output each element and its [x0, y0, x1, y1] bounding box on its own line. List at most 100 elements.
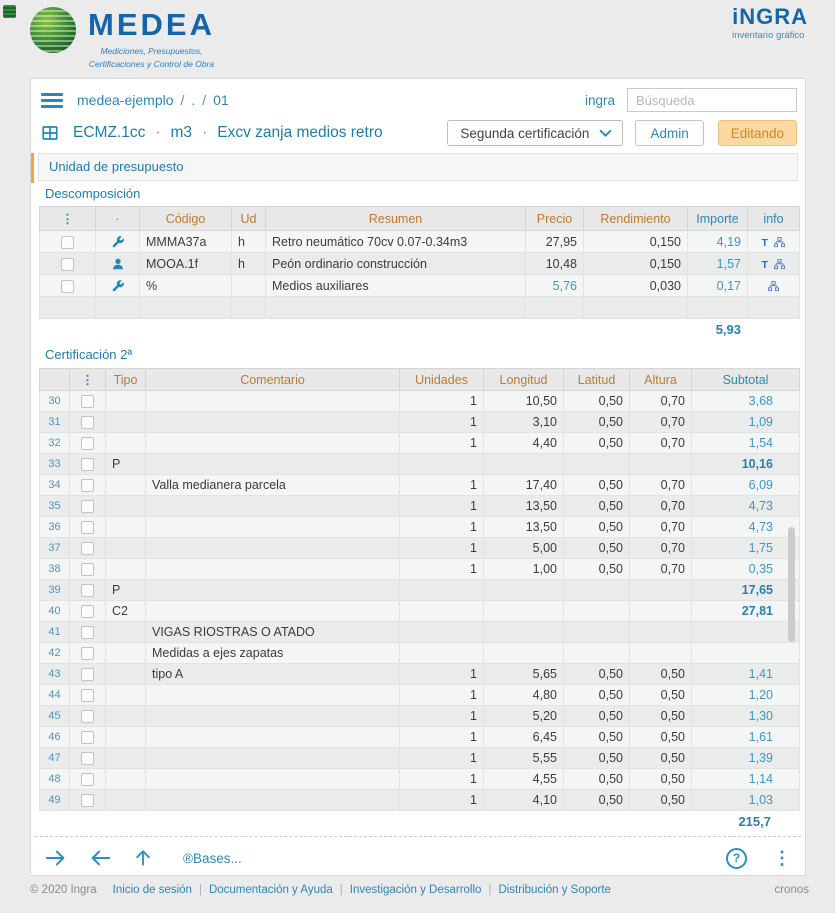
cell-subtotal[interactable]: 0,35	[692, 559, 800, 580]
cell-unidades[interactable]	[400, 643, 484, 664]
cell-altura[interactable]: 0,70	[630, 559, 692, 580]
cell-altura[interactable]: 0,70	[630, 433, 692, 454]
breadcrumb-chapter[interactable]: 01	[213, 92, 229, 108]
row-checkbox[interactable]	[81, 773, 94, 786]
section-descomposicion[interactable]: Descomposición	[45, 186, 140, 201]
cell-comentario[interactable]	[146, 601, 400, 622]
menu-icon[interactable]	[41, 93, 63, 108]
cell-longitud[interactable]: 5,65	[484, 664, 564, 685]
cell-latitud[interactable]: 0,50	[564, 769, 630, 790]
cell-longitud[interactable]: 4,10	[484, 790, 564, 811]
descomposicion-row[interactable]: MOOA.1f h Peón ordinario construcción 10…	[40, 253, 800, 275]
arrow-up-icon[interactable]	[133, 848, 153, 868]
cell-latitud[interactable]: 0,50	[564, 748, 630, 769]
cell-ud[interactable]: h	[232, 231, 266, 253]
cell-tipo[interactable]	[106, 706, 146, 727]
cell-unidades[interactable]	[400, 622, 484, 643]
cell-tipo[interactable]: C2	[106, 601, 146, 622]
cell-tipo[interactable]	[106, 475, 146, 496]
cell-unidades[interactable]: 1	[400, 559, 484, 580]
measurement-row[interactable]: 38 1 1,00 0,50 0,70 0,35	[40, 559, 800, 580]
cell-latitud[interactable]: 0,50	[564, 412, 630, 433]
more-options-icon[interactable]: ⋮	[773, 849, 791, 867]
row-checkbox[interactable]	[81, 416, 94, 429]
cell-unidades[interactable]	[400, 601, 484, 622]
cell-subtotal[interactable]: 1,75	[692, 538, 800, 559]
cell-longitud[interactable]: 5,00	[484, 538, 564, 559]
user-link[interactable]: ingra	[585, 93, 615, 108]
cell-precio[interactable]: 10,48	[526, 253, 584, 275]
certification-select[interactable]: Segunda certificación	[447, 120, 623, 146]
cell-longitud[interactable]: 4,40	[484, 433, 564, 454]
cell-latitud[interactable]: 0,50	[564, 727, 630, 748]
cell-comentario[interactable]	[146, 790, 400, 811]
cell-resumen[interactable]: Peón ordinario construcción	[266, 253, 526, 275]
cell-subtotal[interactable]: 1,03	[692, 790, 800, 811]
cell-subtotal[interactable]: 6,09	[692, 475, 800, 496]
row-checkbox[interactable]	[81, 605, 94, 618]
cell-tipo[interactable]	[106, 496, 146, 517]
cell-latitud[interactable]	[564, 580, 630, 601]
cell-comentario[interactable]	[146, 727, 400, 748]
measurement-row[interactable]: 41 VIGAS RIOSTRAS O ATADO	[40, 622, 800, 643]
cell-comentario[interactable]	[146, 496, 400, 517]
cell-tipo[interactable]	[106, 748, 146, 769]
cell-comentario[interactable]	[146, 706, 400, 727]
cell-unidades[interactable]: 1	[400, 538, 484, 559]
row-checkbox[interactable]	[81, 563, 94, 576]
bases-link[interactable]: ®Bases...	[183, 851, 242, 866]
breadcrumb-dot[interactable]: .	[191, 92, 195, 108]
cell-rendimiento[interactable]: 0,150	[584, 253, 688, 275]
cell-altura[interactable]: 0,70	[630, 412, 692, 433]
cell-subtotal[interactable]: 4,73	[692, 517, 800, 538]
cell-codigo[interactable]: MOOA.1f	[140, 253, 232, 275]
cell-importe[interactable]: 4,19	[688, 231, 748, 253]
cell-comentario[interactable]	[146, 559, 400, 580]
cell-tipo[interactable]	[106, 664, 146, 685]
cell-unidades[interactable]: 1	[400, 685, 484, 706]
cell-codigo[interactable]: %	[140, 275, 232, 297]
cell-subtotal[interactable]: 1,30	[692, 706, 800, 727]
cell-longitud[interactable]	[484, 601, 564, 622]
cell-altura[interactable]: 0,50	[630, 706, 692, 727]
cell-latitud[interactable]: 0,50	[564, 433, 630, 454]
arrow-left-icon[interactable]	[89, 848, 111, 868]
row-checkbox[interactable]	[81, 584, 94, 597]
cell-latitud[interactable]	[564, 454, 630, 475]
arrow-right-icon[interactable]	[45, 848, 67, 868]
cell-subtotal[interactable]: 4,73	[692, 496, 800, 517]
row-checkbox[interactable]	[61, 236, 74, 249]
footer-link[interactable]: Inicio de sesión	[113, 884, 192, 896]
text-info-icon[interactable]: T	[762, 237, 768, 249]
cell-tipo[interactable]	[106, 790, 146, 811]
cell-unidades[interactable]: 1	[400, 433, 484, 454]
cell-comentario[interactable]: tipo A	[146, 664, 400, 685]
cell-comentario[interactable]	[146, 433, 400, 454]
admin-button[interactable]: Admin	[635, 120, 703, 146]
cell-comentario[interactable]	[146, 685, 400, 706]
cell-latitud[interactable]: 0,50	[564, 475, 630, 496]
cell-unidades[interactable]: 1	[400, 412, 484, 433]
cell-unidades[interactable]: 1	[400, 706, 484, 727]
row-checkbox[interactable]	[81, 626, 94, 639]
scrollbar-thumb[interactable]	[788, 527, 795, 642]
measurement-row[interactable]: 37 1 5,00 0,50 0,70 1,75	[40, 538, 800, 559]
cell-altura[interactable]: 0,70	[630, 517, 692, 538]
cell-unidades[interactable]: 1	[400, 727, 484, 748]
cell-rendimiento[interactable]	[584, 297, 688, 319]
cell-comentario[interactable]	[146, 538, 400, 559]
row-checkbox[interactable]	[81, 395, 94, 408]
cell-subtotal[interactable]: 3,68	[692, 391, 800, 412]
cell-longitud[interactable]: 6,45	[484, 727, 564, 748]
footer-link[interactable]: Documentación y Ayuda	[209, 884, 333, 896]
cell-tipo[interactable]	[106, 769, 146, 790]
cell-subtotal[interactable]	[692, 622, 800, 643]
cell-rendimiento[interactable]: 0,030	[584, 275, 688, 297]
cell-unidades[interactable]: 1	[400, 517, 484, 538]
cell-resumen[interactable]: Retro neumático 70cv 0.07-0.34m3	[266, 231, 526, 253]
cell-unidades[interactable]	[400, 454, 484, 475]
footer-link[interactable]: Investigación y Desarrollo	[350, 884, 482, 896]
cell-latitud[interactable]	[564, 622, 630, 643]
footer-link[interactable]: Distribución y Soporte	[498, 884, 611, 896]
cell-longitud[interactable]: 4,55	[484, 769, 564, 790]
